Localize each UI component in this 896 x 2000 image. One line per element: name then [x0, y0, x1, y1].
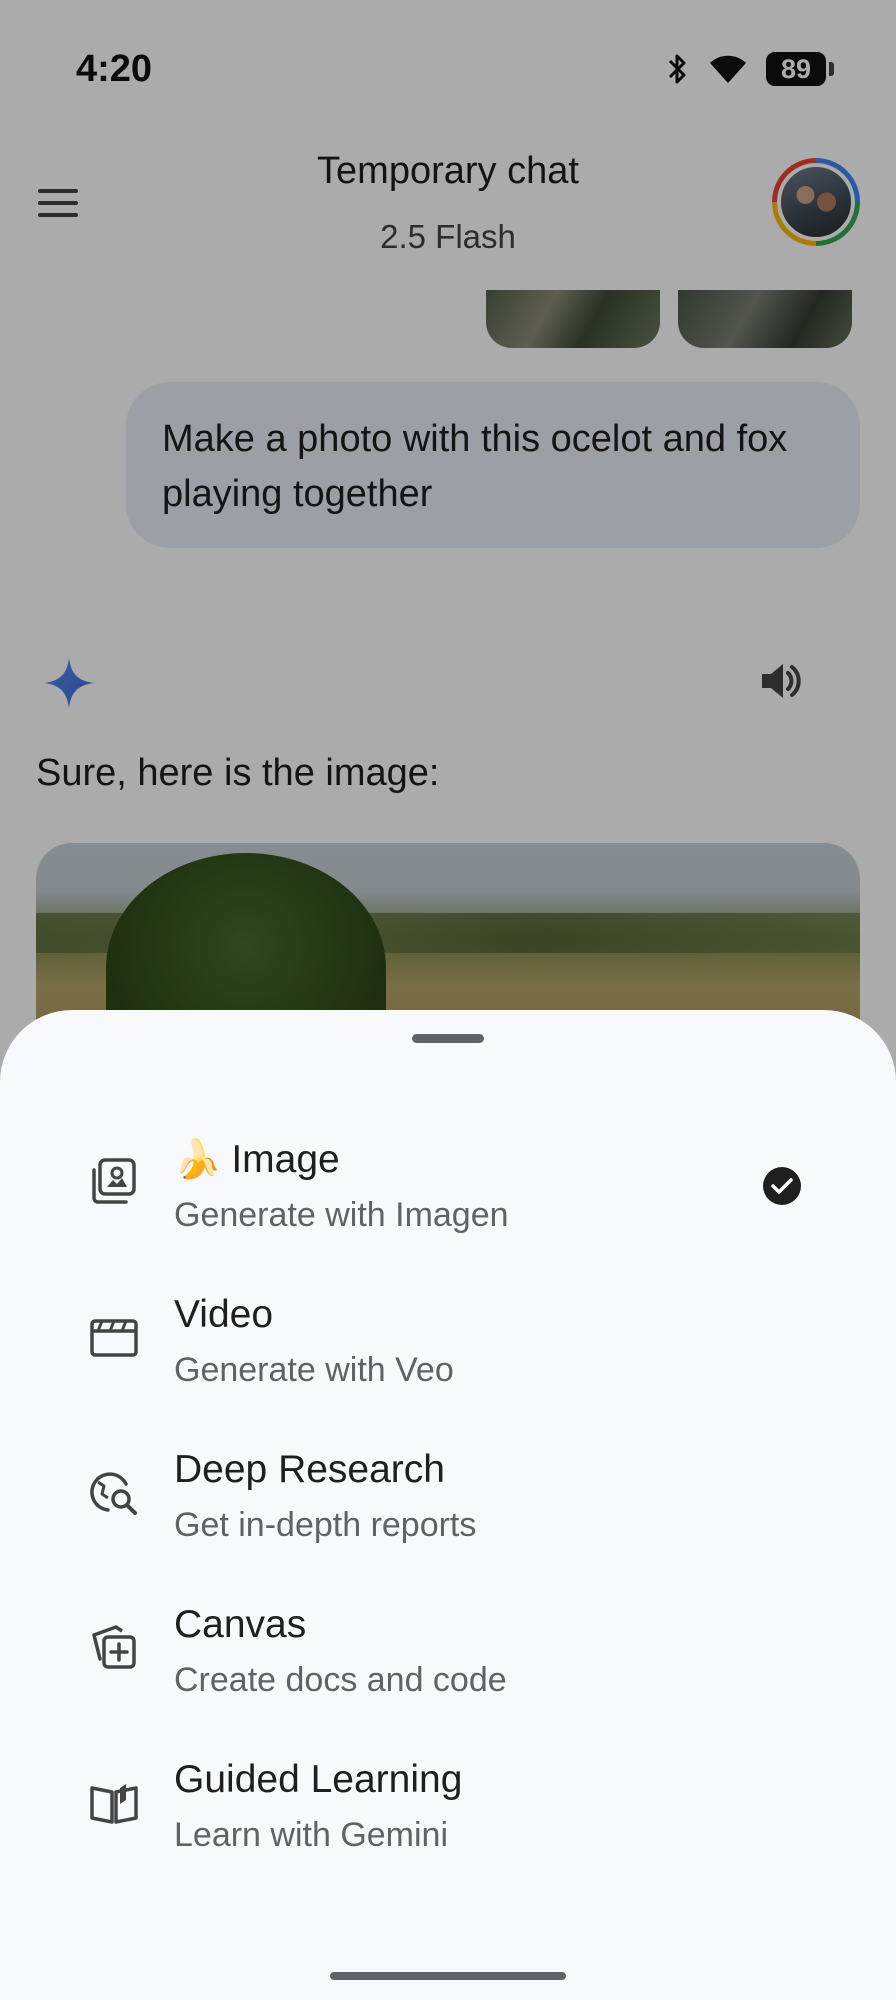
menu-item-description: Create docs and code	[174, 1661, 507, 1699]
tools-menu: 🍌 Image Generate with Imagen Video Gener…	[0, 1110, 896, 1885]
menu-item-image[interactable]: 🍌 Image Generate with Imagen	[0, 1110, 896, 1265]
menu-item-label: Image	[231, 1138, 340, 1181]
clapperboard-icon	[90, 1319, 138, 1357]
tools-bottom-sheet: 🍌 Image Generate with Imagen Video Gener…	[0, 1010, 896, 2000]
menu-item-description: Learn with Gemini	[174, 1816, 449, 1854]
drag-handle[interactable]	[412, 1034, 484, 1043]
banana-emoji: 🍌	[174, 1139, 222, 1181]
menu-item-video[interactable]: Video Generate with Veo	[0, 1265, 896, 1420]
menu-item-description: Generate with Veo	[174, 1351, 454, 1389]
image-stack-icon	[92, 1158, 136, 1204]
canvas-add-icon	[92, 1625, 136, 1669]
open-book-icon	[90, 1784, 138, 1824]
menu-item-title: 🍌 Image	[174, 1138, 340, 1182]
menu-item-guided-learning[interactable]: Guided Learning Learn with Gemini	[0, 1730, 896, 1885]
menu-item-label: Video	[174, 1293, 274, 1336]
menu-item-label: Canvas	[174, 1603, 307, 1646]
menu-item-description: Generate with Imagen	[174, 1196, 509, 1234]
menu-item-label: Deep Research	[174, 1448, 445, 1491]
globe-search-icon	[90, 1472, 137, 1515]
home-indicator[interactable]	[330, 1972, 566, 1980]
menu-item-canvas[interactable]: Canvas Create docs and code	[0, 1575, 896, 1730]
menu-item-description: Get in-depth reports	[174, 1506, 477, 1544]
check-circle-icon	[763, 1167, 801, 1205]
menu-item-deep-research[interactable]: Deep Research Get in-depth reports	[0, 1420, 896, 1575]
menu-item-label: Guided Learning	[174, 1758, 463, 1801]
